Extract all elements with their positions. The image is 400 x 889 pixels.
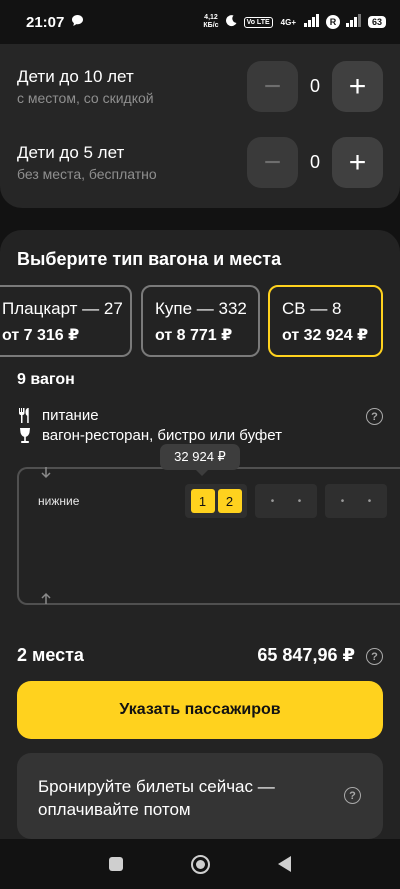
arrow-down-icon xyxy=(41,467,51,479)
battery-icon: 63 xyxy=(367,16,386,28)
quantity-value: 0 xyxy=(309,152,320,172)
car-type-name: Плацкарт — 27 xyxy=(2,299,123,318)
increment-button[interactable]: + xyxy=(332,61,383,112)
compartment: • • xyxy=(255,484,317,518)
passenger-title: Дети до 5 лет xyxy=(17,143,125,162)
seat-2[interactable]: 2 xyxy=(217,489,242,513)
passenger-row-children-5: Дети до 5 лет без места, бесплатно − 0 + xyxy=(17,137,383,189)
passengers-card: Дети до 10 лет с местом, со скидкой − 0 … xyxy=(0,44,400,208)
signal-icon xyxy=(303,13,320,31)
roaming-icon: R xyxy=(325,15,340,29)
volte-badge: Vo LTE xyxy=(243,16,273,28)
moon-icon xyxy=(225,14,238,31)
amenity-label: питание xyxy=(42,407,99,424)
back-icon[interactable] xyxy=(278,856,291,872)
seat-price-tooltip: 32 924 ₽ xyxy=(160,444,240,476)
car-type-name: Купе — 332 xyxy=(155,299,247,318)
wine-glass-icon xyxy=(17,427,33,444)
fork-knife-icon xyxy=(17,407,33,424)
status-time: 21:07 xyxy=(26,13,65,31)
seat-unavailable: • xyxy=(297,495,302,507)
seat-unavailable: • xyxy=(367,495,372,507)
car-type-price: от 32 924 ₽ xyxy=(282,327,369,344)
car-type-price: от 8 771 ₽ xyxy=(155,327,233,344)
status-bar: 21:07 4,12 КБ/с Vo LTE 4G+ R 63 xyxy=(0,0,400,44)
signal-icon-2 xyxy=(345,13,362,31)
system-nav-bar xyxy=(0,839,400,889)
quantity-stepper: − 0 + xyxy=(247,61,383,112)
compartment-selected: 1 2 xyxy=(185,484,247,518)
car-type-name: СВ — 8 xyxy=(282,299,342,318)
car-type-platskart[interactable]: Плацкарт — 27 от 7 316 ₽ xyxy=(0,285,132,357)
help-icon[interactable]: ? xyxy=(366,648,383,665)
total-price: 65 847,96 ₽ xyxy=(257,645,355,665)
car-type-price: от 7 316 ₽ xyxy=(2,327,80,344)
section-title: Выберите тип вагона и места xyxy=(17,249,282,269)
help-icon[interactable]: ? xyxy=(344,787,361,804)
recents-icon[interactable] xyxy=(109,857,123,871)
seat-row-label: нижние xyxy=(38,494,80,508)
status-left: 21:07 xyxy=(26,14,84,31)
quantity-value: 0 xyxy=(309,76,320,96)
amenity-label: вагон-ресторан, бистро или буфет xyxy=(42,427,282,444)
home-icon[interactable] xyxy=(191,854,210,874)
specify-passengers-button[interactable]: Указать пассажиров xyxy=(17,681,383,739)
wagon-title: 9 вагон xyxy=(17,371,75,388)
car-type-kupe[interactable]: Купе — 332 от 8 771 ₽ xyxy=(141,285,260,357)
selected-seats-count: 2 места xyxy=(17,645,84,665)
car-type-selector: Плацкарт — 27 от 7 316 ₽ Купе — 332 от 8… xyxy=(0,285,400,357)
network-type: 4G+ xyxy=(280,17,296,27)
arrow-up-icon xyxy=(41,592,51,604)
seat-unavailable: • xyxy=(270,495,275,507)
help-icon[interactable]: ? xyxy=(366,408,383,425)
car-type-sv[interactable]: СВ — 8 от 32 924 ₽ xyxy=(268,285,383,357)
passenger-subtitle: с местом, со скидкой xyxy=(17,90,154,106)
decrement-button[interactable]: − xyxy=(247,61,298,112)
book-now-pay-later-banner[interactable]: Бронируйте билеты сейчас — оплачивайте п… xyxy=(17,753,383,839)
amenity-food: питание xyxy=(17,407,99,424)
seat-1[interactable]: 1 xyxy=(190,489,215,513)
passenger-title: Дети до 10 лет xyxy=(17,67,134,86)
passenger-subtitle: без места, бесплатно xyxy=(17,166,157,182)
wagon-scheme: нижние 1 2 • • • • xyxy=(17,467,400,605)
network-speed: 4,12 КБ/с xyxy=(203,14,219,29)
quantity-stepper: − 0 + xyxy=(247,137,383,188)
passenger-row-children-10: Дети до 10 лет с местом, со скидкой − 0 … xyxy=(17,61,383,113)
status-right: 4,12 КБ/с Vo LTE 4G+ R 63 xyxy=(203,13,386,31)
message-icon xyxy=(71,14,84,31)
promo-text: Бронируйте билеты сейчас — оплачивайте п… xyxy=(38,777,275,819)
compartment: • • xyxy=(325,484,387,518)
amenity-restaurant: вагон-ресторан, бистро или буфет xyxy=(17,427,282,444)
decrement-button[interactable]: − xyxy=(247,137,298,188)
seat-unavailable: • xyxy=(340,495,345,507)
increment-button[interactable]: + xyxy=(332,137,383,188)
